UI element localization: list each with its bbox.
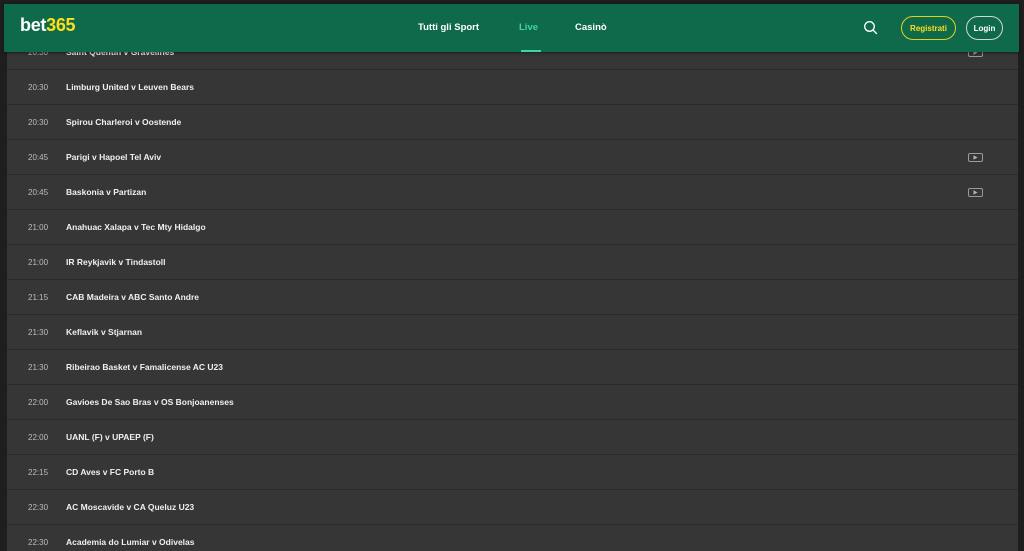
event-name: Limburg United v Leuven Bears: [66, 82, 194, 92]
event-time: 22:15: [28, 467, 49, 477]
event-name: Spirou Charleroi v Oostende: [66, 117, 182, 127]
live-stream-icon[interactable]: [968, 187, 983, 197]
event-time: 21:15: [28, 292, 49, 302]
event-name: Keflavik v Stjarnan: [66, 327, 143, 337]
event-name: CAB Madeira v ABC Santo Andre: [66, 292, 200, 302]
event-row[interactable]: 22:00 UANL (F) v UPAEP (F): [7, 420, 1018, 455]
event-name: UANL (F) v UPAEP (F): [66, 432, 154, 442]
live-stream-icon[interactable]: [968, 152, 983, 162]
tab-all-sports[interactable]: Tutti gli Sport: [418, 22, 479, 33]
search-icon: [864, 21, 878, 35]
event-name: Gavioes De Sao Bras v OS Bonjoanenses: [66, 397, 234, 407]
event-row[interactable]: 20:30 Spirou Charleroi v Oostende: [7, 105, 1018, 140]
event-name: Ribeirao Basket v Famalicense AC U23: [66, 362, 224, 372]
active-tab-indicator: [521, 50, 541, 52]
logo-accent: 365: [46, 15, 76, 35]
event-name: IR Reykjavik v Tindastoll: [66, 257, 166, 267]
tab-casino[interactable]: Casinò: [575, 22, 607, 33]
event-time: 22:00: [28, 397, 49, 407]
login-button[interactable]: Login: [966, 16, 1003, 40]
event-name: AC Moscavide v CA Queluz U23: [66, 502, 195, 512]
event-row[interactable]: 21:00 IR Reykjavik v Tindastoll: [7, 245, 1018, 280]
event-name: Academia do Lumiar v Odivelas: [66, 537, 195, 547]
event-time: 22:30: [28, 502, 49, 512]
event-row[interactable]: 20:30 Limburg United v Leuven Bears: [7, 70, 1018, 105]
event-time: 20:30: [28, 82, 49, 92]
event-row[interactable]: 22:30 AC Moscavide v CA Queluz U23: [7, 490, 1018, 525]
event-row[interactable]: 21:30 Keflavik v Stjarnan: [7, 315, 1018, 350]
event-row[interactable]: 21:00 Anahuac Xalapa v Tec Mty Hidalgo: [7, 210, 1018, 245]
event-row[interactable]: 21:15 CAB Madeira v ABC Santo Andre: [7, 280, 1018, 315]
logo-main: bet: [20, 15, 47, 35]
event-row[interactable]: 22:00 Gavioes De Sao Bras v OS Bonjoanens…: [7, 385, 1018, 420]
event-time: 20:45: [28, 152, 49, 162]
event-time: 21:30: [28, 362, 49, 372]
event-time: 20:45: [28, 187, 49, 197]
register-button[interactable]: Registrati: [901, 16, 956, 40]
event-time: 21:30: [28, 327, 49, 337]
event-name: CD Aves v FC Porto B: [66, 467, 155, 477]
event-time: 22:30: [28, 537, 49, 547]
bet365-logo[interactable]: bet365: [20, 15, 76, 36]
event-row[interactable]: 22:30 Academia do Lumiar v Odivelas: [7, 525, 1018, 551]
event-row[interactable]: 20:45 Baskonia v Partizan: [7, 175, 1018, 210]
event-name: Baskonia v Partizan: [66, 187, 147, 197]
event-list: 20:30 Saint Quentin v Gravelines 20:30 Limb…: [7, 44, 1018, 551]
event-name: Anahuac Xalapa v Tec Mty Hidalgo: [66, 222, 206, 232]
event-time: 21:00: [28, 257, 49, 267]
event-row[interactable]: 20:45 Parigi v Hapoel Tel Aviv: [7, 140, 1018, 175]
event-row[interactable]: 22:15 CD Aves v FC Porto B: [7, 455, 1018, 490]
tab-live[interactable]: Live: [519, 22, 538, 33]
top-header: bet365 Tutti gli Sport Live Casinò Regis…: [4, 4, 1019, 52]
page: 20:30 Saint Quentin v Gravelines 20:30 Limb…: [0, 0, 1024, 551]
event-row[interactable]: 21:30 Ribeirao Basket v Famalicense AC U2…: [7, 350, 1018, 385]
event-name: Parigi v Hapoel Tel Aviv: [66, 152, 162, 162]
event-time: 22:00: [28, 432, 49, 442]
search-button[interactable]: [862, 19, 880, 37]
event-time: 20:30: [28, 117, 49, 127]
event-time: 21:00: [28, 222, 49, 232]
